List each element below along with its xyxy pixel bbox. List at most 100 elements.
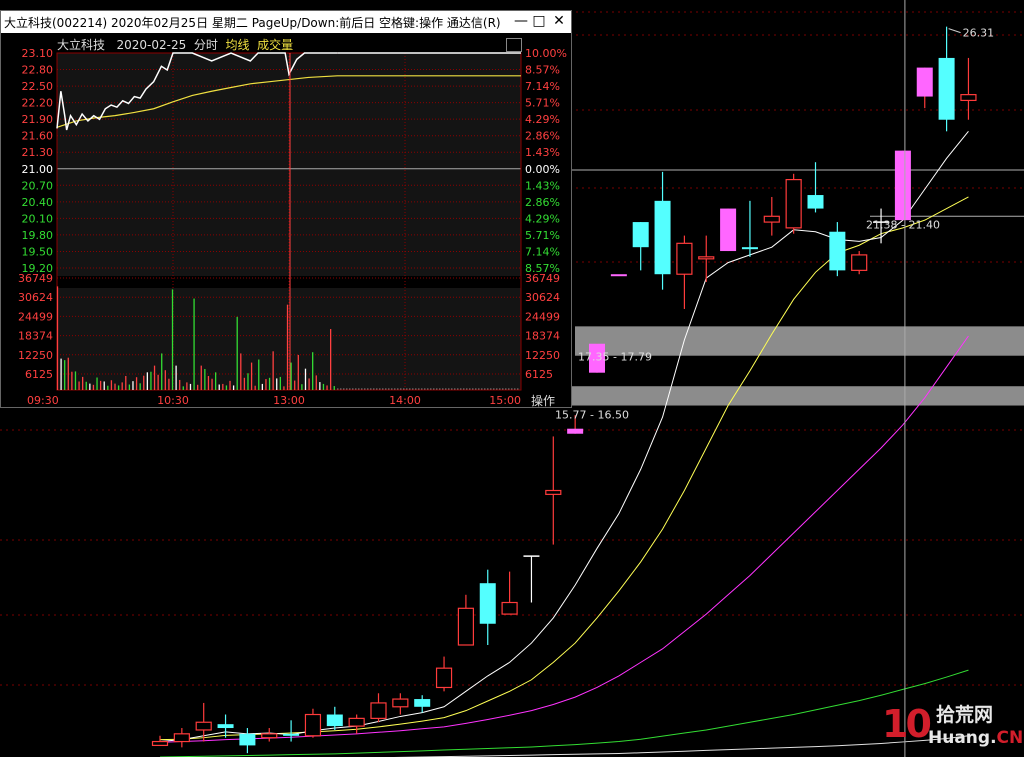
candle-body [720,208,737,252]
volume-tick-label: 30624 [18,291,53,304]
candle-body [239,733,256,746]
pct-tick-label: 1.43% [525,146,560,159]
watermark-domain-main: Huang. [928,728,997,748]
candle [829,222,846,277]
watermark-site-name: 拾荒网 [936,704,994,726]
candle [435,656,453,692]
candle-body [261,733,278,739]
pct-tick-label: 1.43% [525,179,560,192]
candle-body [392,698,409,708]
candle-body [785,178,802,229]
candle-body [414,699,431,707]
candle-body [326,714,343,727]
pct-tick-label: 5.71% [525,97,560,110]
candle [173,728,190,748]
pct-tick-label: 4.29% [525,212,560,225]
candle-body [632,222,649,248]
candle [479,569,496,645]
candle-body [851,254,868,271]
price-tick-label: 20.70 [22,179,54,192]
minimize-icon[interactable]: — [513,13,529,29]
watermark-logo-number: 10 [882,702,932,746]
volume-tick-label: 6125 [25,368,53,381]
candle-body [938,57,955,120]
candle-body [960,94,977,102]
candle-body [610,274,627,277]
candle-body [807,195,824,209]
volume-tick-label: 24499 [18,310,53,323]
pct-tick-label: 7.14% [525,80,560,93]
price-tick-label: 22.50 [22,80,54,93]
time-tick-label: 14:00 [389,394,421,407]
candle [217,714,234,738]
price-tick-label: 19.50 [22,245,54,258]
candle-body [676,242,693,275]
candle-body [545,489,562,495]
operate-button[interactable]: 操作 [531,392,555,409]
candle-body [894,150,911,221]
candle [195,702,212,742]
candle [610,274,627,277]
range-label: 21.38 - 21.40 [866,218,940,231]
candle-body [217,724,234,729]
popup-title-text: 大立科技(002214) 2020年02月25日 星期二 PageUp/Down… [4,16,501,30]
candle [304,708,322,738]
candle-body [283,733,300,736]
watermark-domain: Huang.CN [928,728,1023,748]
intraday-popup-window[interactable]: 大立科技(002214) 2020年02月25日 星期二 PageUp/Down… [0,10,572,408]
site-watermark: 10 拾荒网 Huang.CN [878,702,1023,752]
pct-tick-label: 8.57% [525,64,560,77]
candle [392,693,409,715]
candle-body [457,607,474,646]
candle [348,714,365,734]
candle [698,235,715,282]
gap-band [552,386,1024,406]
price-tick-label: 20.40 [22,196,54,209]
maximize-icon[interactable]: □ [531,13,547,29]
candle [414,695,431,713]
volume-tick-label: 18374 [525,330,560,343]
candle [370,693,387,723]
volume-tick-label: 36749 [18,272,53,285]
gap-label: 15.77 - 16.50 [555,409,629,422]
candle [457,594,474,646]
candle [741,200,758,257]
candle [261,728,278,742]
candle-body [173,733,190,743]
pct-tick-label: 2.86% [525,196,560,209]
candle-body [829,231,846,271]
pct-tick-label: 0.00% [525,163,560,176]
candle [720,208,737,252]
popup-title-bar[interactable]: 大立科技(002214) 2020年02月25日 星期二 PageUp/Down… [1,11,571,33]
price-tick-label: 21.60 [22,130,54,143]
candle-body [501,601,518,615]
volume-tick-label: 30624 [525,291,560,304]
candle-body [741,247,758,250]
time-tick-label: 10:30 [157,394,189,407]
pct-tick-label: 10.00% [525,47,567,60]
volume-tick-label: 12250 [525,349,560,362]
price-tick-label: 21.90 [22,113,54,126]
candle [501,571,518,615]
time-tick-label: 13:00 [273,394,305,407]
time-tick-label: 15:00 [489,394,521,407]
price-tick-label: 22.80 [22,64,54,77]
price-tick-label: 23.10 [22,47,54,60]
candle-body [698,256,715,260]
candle [632,222,649,271]
close-icon[interactable]: ✕ [551,13,567,29]
candle-body [654,200,671,275]
candle-body [916,67,933,97]
candle-body [195,721,212,731]
pct-tick-label: 7.14% [525,245,560,258]
candle-body [435,667,453,689]
candle [894,150,911,221]
candle [916,67,933,109]
candle [654,171,671,290]
price-tick-label: 21.00 [22,163,54,176]
volume-tick-label: 24499 [525,310,560,323]
candle [523,555,540,603]
candle-body [763,215,780,223]
candle [239,728,256,754]
volume-tick-label: 18374 [18,330,53,343]
